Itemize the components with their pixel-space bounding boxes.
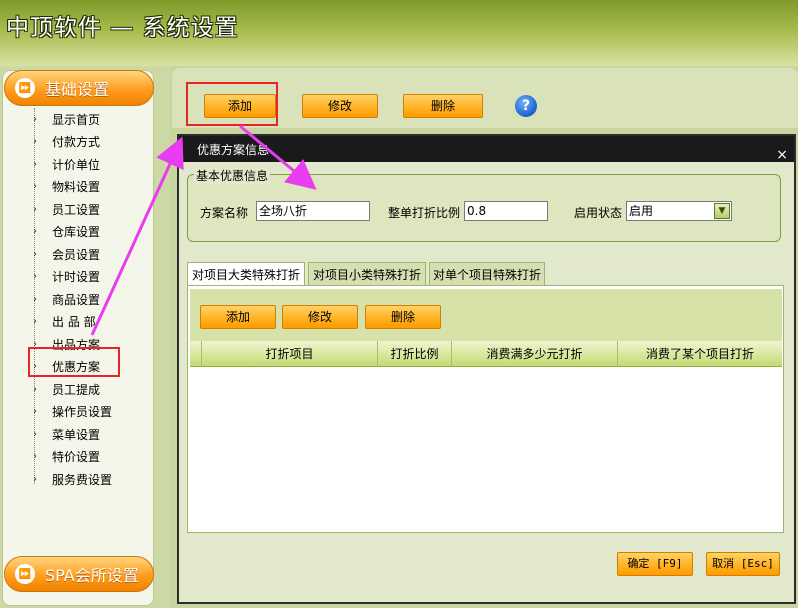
- sidebar-item-label: 商品设置: [52, 292, 101, 307]
- inner-delete-button[interactable]: 删除: [365, 305, 441, 329]
- chevron-right-icon: ›: [33, 406, 37, 418]
- column-header[interactable]: 打折项目: [202, 341, 378, 367]
- sidebar-item-home[interactable]: › 显示首页: [28, 108, 148, 131]
- sidebar-item-service-fee[interactable]: › 服务费设置: [28, 468, 148, 491]
- sidebar-item-timing[interactable]: › 计时设置: [28, 266, 148, 289]
- column-header[interactable]: 消费了某个项目打折: [618, 341, 782, 367]
- column-header[interactable]: 消费满多少元打折: [452, 341, 618, 367]
- sidebar-item-label: 会员设置: [52, 247, 101, 262]
- sidebar-item-label: 员工提成: [52, 382, 101, 397]
- chevron-right-icon: ›: [33, 293, 37, 305]
- group-title: 基本优惠信息: [194, 167, 271, 184]
- sidebar-item-label: 仓库设置: [52, 225, 101, 240]
- tab-content: 添加 修改 删除 打折项目 打折比例 消费满多少元打折 消费了某个项目打折: [187, 285, 784, 533]
- inner-edit-button[interactable]: 修改: [282, 305, 358, 329]
- chevron-right-icon: ›: [33, 383, 37, 395]
- sidebar-item-label: 员工设置: [52, 202, 101, 217]
- category-basic-settings-button[interactable]: ⏩ 基础设置: [4, 70, 154, 106]
- row-indicator-cell: [190, 341, 202, 367]
- sidebar-item-label: 特价设置: [52, 450, 101, 465]
- plan-name-label: 方案名称: [200, 206, 249, 220]
- chevron-right-icon: ›: [33, 271, 37, 283]
- chevron-down-icon: ▼: [714, 203, 730, 219]
- close-icon[interactable]: ×: [776, 141, 788, 169]
- chevron-right-icon: ›: [33, 136, 37, 148]
- basic-info-group: 基本优惠信息 方案名称 全场八折 整单打折比例 0.8 启用状态 启用 ▼: [187, 167, 781, 242]
- status-value: 启用: [629, 204, 654, 218]
- sidebar-item-goods[interactable]: › 商品设置: [28, 288, 148, 311]
- sidebar-item-label: 服务费设置: [52, 472, 113, 487]
- tab-category-discount[interactable]: 对项目大类特殊打折: [187, 262, 305, 287]
- grid-body[interactable]: [190, 367, 782, 531]
- chevron-right-icon: ›: [33, 428, 37, 440]
- edit-button[interactable]: 修改: [302, 94, 378, 118]
- dialog-titlebar: 优惠方案信息 ×: [179, 136, 794, 163]
- double-chevron-icon: ⏩: [15, 564, 35, 584]
- question-icon[interactable]: ?: [515, 95, 537, 117]
- sidebar-item-operator[interactable]: › 操作员设置: [28, 401, 148, 424]
- highlight-box-add: [186, 82, 278, 126]
- category-spa-settings-button[interactable]: ⏩ SPA会所设置: [4, 556, 154, 592]
- discount-ratio-label: 整单打折比例: [388, 206, 461, 220]
- delete-button[interactable]: 删除: [403, 94, 483, 118]
- sidebar-item-special-price[interactable]: › 特价设置: [28, 446, 148, 469]
- sidebar-item-label: 计价单位: [52, 157, 101, 172]
- category-basic-label: 基础设置: [45, 80, 110, 99]
- chevron-right-icon: ›: [33, 158, 37, 170]
- chevron-right-icon: ›: [33, 316, 37, 328]
- sidebar-item-output-dept[interactable]: › 出 品 部: [28, 311, 148, 334]
- sidebar-item-staff[interactable]: › 员工设置: [28, 198, 148, 221]
- cancel-button[interactable]: 取消 [Esc]: [706, 552, 780, 576]
- chevron-right-icon: ›: [33, 181, 37, 193]
- discount-ratio-input[interactable]: 0.8: [464, 201, 548, 221]
- category-spa-label: SPA会所设置: [45, 566, 139, 585]
- sidebar-item-label: 付款方式: [52, 135, 101, 150]
- chevron-right-icon: ›: [33, 226, 37, 238]
- sidebar-item-label: 计时设置: [52, 270, 101, 285]
- double-chevron-icon: ⏩: [15, 78, 35, 98]
- sidebar: ⏩ 基础设置 › 显示首页 › 付款方式 › 计价单位 › 物料设置 › 员工设置 › 仓库…: [0, 66, 170, 608]
- status-select[interactable]: 启用 ▼: [626, 201, 732, 221]
- sidebar-item-label: 物料设置: [52, 180, 101, 195]
- highlight-box-discount-plan: [28, 347, 120, 377]
- discount-plan-dialog: 优惠方案信息 × 基本优惠信息 方案名称 全场八折 整单打折比例 0.8 启用状…: [177, 134, 796, 604]
- grid-header: 打折项目 打折比例 消费满多少元打折 消费了某个项目打折: [190, 341, 782, 367]
- sidebar-item-material[interactable]: › 物料设置: [28, 176, 148, 199]
- sidebar-item-warehouse[interactable]: › 仓库设置: [28, 221, 148, 244]
- chevron-right-icon: ›: [33, 451, 37, 463]
- chevron-right-icon: ›: [33, 203, 37, 215]
- tab-subcategory-discount[interactable]: 对项目小类特殊打折: [308, 262, 426, 286]
- sidebar-item-label: 操作员设置: [52, 405, 113, 420]
- confirm-button[interactable]: 确定 [F9]: [617, 552, 693, 576]
- app-title: 中顶软件 — 系统设置: [6, 15, 239, 41]
- sidebar-item-label: 显示首页: [52, 112, 101, 127]
- plan-name-input[interactable]: 全场八折: [256, 201, 370, 221]
- sidebar-item-member[interactable]: › 会员设置: [28, 243, 148, 266]
- sidebar-item-payment[interactable]: › 付款方式: [28, 131, 148, 154]
- dialog-title: 优惠方案信息: [197, 143, 270, 157]
- chevron-right-icon: ›: [33, 113, 37, 125]
- sidebar-item-label: 菜单设置: [52, 427, 101, 442]
- inner-add-button[interactable]: 添加: [200, 305, 276, 329]
- inner-toolbar: 添加 修改 删除: [190, 289, 782, 341]
- app-header: 中顶软件 — 系统设置: [0, 0, 798, 66]
- sidebar-menu: › 显示首页 › 付款方式 › 计价单位 › 物料设置 › 员工设置 › 仓库设置 › 会员设…: [28, 108, 148, 491]
- status-label: 启用状态: [574, 206, 623, 220]
- sidebar-item-menu[interactable]: › 菜单设置: [28, 423, 148, 446]
- chevron-right-icon: ›: [33, 473, 37, 485]
- sidebar-item-label: 出 品 部: [52, 315, 96, 330]
- tab-item-discount[interactable]: 对单个项目特殊打折: [429, 262, 545, 286]
- sidebar-item-unit[interactable]: › 计价单位: [28, 153, 148, 176]
- sidebar-item-commission[interactable]: › 员工提成: [28, 378, 148, 401]
- chevron-right-icon: ›: [33, 248, 37, 260]
- column-header[interactable]: 打折比例: [378, 341, 452, 367]
